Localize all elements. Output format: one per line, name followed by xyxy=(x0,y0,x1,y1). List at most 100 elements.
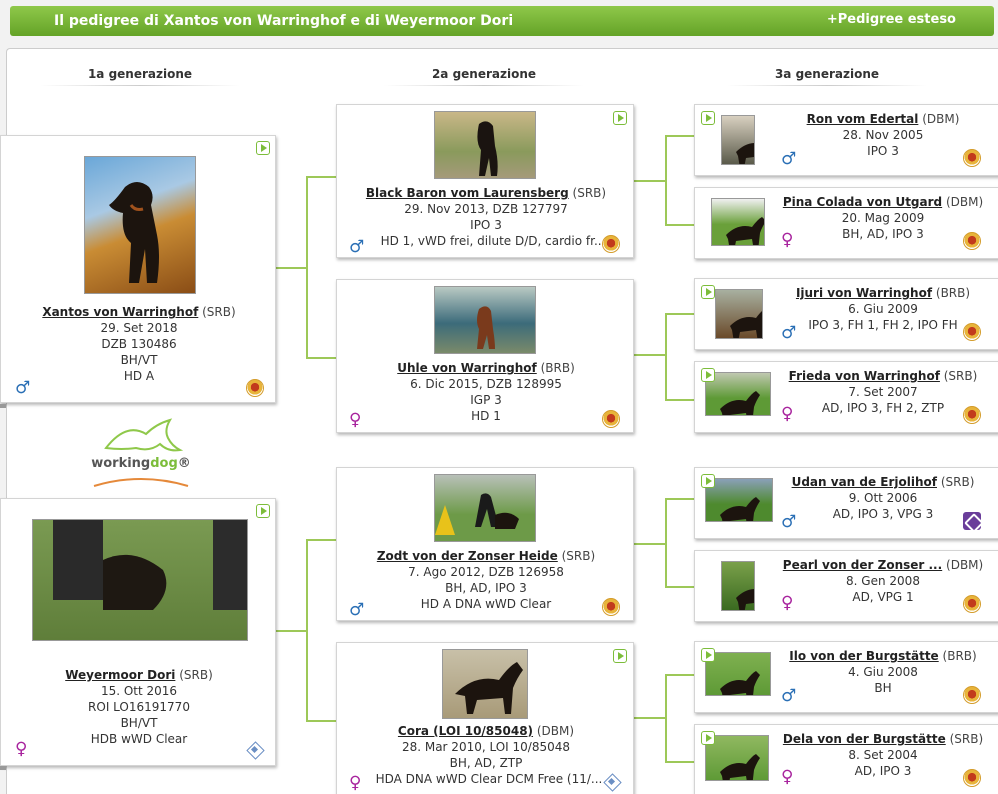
dog-breed-reg: (SRB) xyxy=(943,369,978,383)
dog-silhouette-icon xyxy=(736,143,754,164)
dog-name-link[interactable]: Uhle von Warringhof xyxy=(397,361,537,375)
dog-card-xantos[interactable]: Xantos von Warringhof (SRB) 29. Set 2018… xyxy=(0,135,276,403)
club-red-icon xyxy=(963,595,981,613)
female-sex-icon: ♀ xyxy=(781,767,794,787)
dog-card-gen3[interactable]: Ron vom Edertal (DBM) 28. Nov 2005 IPO 3 ♂ xyxy=(694,104,998,176)
dog-info: Pearl von der Zonser ... (DBM) 8. Gen 200… xyxy=(777,557,989,605)
dog-photo xyxy=(84,156,196,294)
dog-card-uhle[interactable]: Uhle von Warringhof (BRB) 6. Dic 2015, D… xyxy=(336,279,634,433)
club-red-icon xyxy=(602,235,620,253)
video-play-icon[interactable] xyxy=(613,111,627,125)
dog-breed-reg: (SRB) xyxy=(179,668,213,682)
dog-silhouette-icon xyxy=(109,182,159,283)
video-play-icon[interactable] xyxy=(256,141,270,155)
male-sex-icon: ♂ xyxy=(349,237,365,257)
dog-info: Weyermoor Dori (SRB) 15. Ott 2016 ROI LO… xyxy=(1,667,277,747)
dog-birthdate: 15. Ott 2016 xyxy=(100,684,178,698)
video-play-icon[interactable] xyxy=(701,368,715,382)
dog-registry: ROI LO16191770 xyxy=(88,700,190,714)
dog-silhouette-icon xyxy=(726,217,764,245)
dog-birth-registry: 6. Dic 2015, DZB 128995 xyxy=(410,377,562,391)
dog-breed-reg: (DBM) xyxy=(922,112,960,126)
dog-info: Ron vom Edertal (DBM) 28. Nov 2005 IPO 3 xyxy=(777,111,989,159)
dog-breed-reg: (SRB) xyxy=(202,305,236,319)
dog-training-scene-icon xyxy=(53,520,247,610)
video-play-icon[interactable] xyxy=(701,731,715,745)
dog-registry: DZB 130486 xyxy=(101,337,177,351)
dog-info: Black Baron vom Laurensberg (SRB) 29. No… xyxy=(337,185,635,249)
dog-name-link[interactable]: Ron vom Edertal xyxy=(807,112,919,126)
dog-card-gen3[interactable]: Frieda von Warringhof (SRB) 7. Set 2007 AD… xyxy=(694,361,998,433)
dog-breed-reg: (SRB) xyxy=(572,186,607,200)
dog-photo xyxy=(705,478,773,522)
dog-info: Cora (LOI 10/85048) (DBM) 28. Mar 2010, … xyxy=(337,723,635,787)
dog-card-gen3[interactable]: Ilo von der Burgstätte (BRB) 4. Giu 2008 B… xyxy=(694,641,998,713)
dog-photo xyxy=(721,561,755,611)
panel-tick xyxy=(0,766,6,770)
logo-text: workingdog® xyxy=(86,456,196,471)
dog-photo xyxy=(711,198,765,246)
dog-birthdate: 29. Set 2018 xyxy=(100,321,178,335)
dog-photo xyxy=(434,474,536,542)
dog-card-gen3[interactable]: Udan van de Erjolihof (SRB) 9. Ott 2006 AD… xyxy=(694,467,998,539)
dog-name-link[interactable]: Udan van de Erjolihof xyxy=(792,475,937,489)
dog-name-link[interactable]: Pina Colada von Utgard xyxy=(783,195,942,209)
dog-name-link[interactable]: Ijuri von Warringhof xyxy=(796,286,932,300)
dog-name-link[interactable]: Ilo von der Burgstätte xyxy=(789,649,938,663)
dog-training-scene-icon xyxy=(435,493,519,535)
dog-photo xyxy=(715,289,763,339)
club-blue-icon xyxy=(603,775,621,789)
dog-name-link[interactable]: Frieda von Warringhof xyxy=(789,369,940,383)
video-play-icon[interactable] xyxy=(701,111,715,125)
dog-detail-line: IPO 3 xyxy=(867,144,899,158)
dog-breed-reg: (DBM) xyxy=(946,558,984,572)
male-sex-icon: ♂ xyxy=(15,378,31,398)
dog-silhouette-icon xyxy=(477,306,495,349)
dog-card-zodt[interactable]: Zodt von der Zonser Heide (SRB) 7. Ago 2… xyxy=(336,467,634,621)
dog-silhouette-icon xyxy=(736,589,754,610)
dog-card-gen3[interactable]: Ijuri von Warringhof (BRB) 6. Giu 2009 IPO… xyxy=(694,278,998,350)
dog-detail-line: 8. Gen 2008 xyxy=(846,574,920,588)
dog-card-gen3[interactable]: Pearl von der Zonser ... (DBM) 8. Gen 200… xyxy=(694,550,998,622)
dog-health: HDB wWD Clear xyxy=(90,732,188,746)
dog-detail-line: AD, IPO 3 xyxy=(854,764,912,778)
dog-name-link[interactable]: Dela von der Burgstätte xyxy=(783,732,946,746)
dog-info: Zodt von der Zonser Heide (SRB) 7. Ago 2… xyxy=(337,548,635,612)
video-play-icon[interactable] xyxy=(256,504,270,518)
dog-name-link[interactable]: Zodt von der Zonser Heide xyxy=(377,549,558,563)
dog-name-link[interactable]: Cora (LOI 10/85048) xyxy=(398,724,533,738)
dog-birth-registry: 28. Mar 2010, LOI 10/85048 xyxy=(401,740,571,754)
dog-birth-registry: 29. Nov 2013, DZB 127797 xyxy=(404,202,568,216)
dog-card-gen3[interactable]: Pina Colada von Utgard (DBM) 20. Mag 2009… xyxy=(694,187,998,259)
video-play-icon[interactable] xyxy=(701,648,715,662)
video-play-icon[interactable] xyxy=(701,285,715,299)
dog-name-link[interactable]: Weyermoor Dori xyxy=(65,668,175,682)
dog-detail-line: AD, IPO 3, FH 2, ZTP xyxy=(821,401,945,415)
dog-titles: IPO 3 xyxy=(470,218,502,232)
dog-silhouette-icon xyxy=(720,754,760,780)
club-red-icon xyxy=(963,686,981,704)
dog-titles: BH/VT xyxy=(120,716,158,730)
club-red-icon xyxy=(602,598,620,616)
dog-name-link[interactable]: Xantos von Warringhof xyxy=(42,305,198,319)
dog-info: Dela von der Burgstätte (SRB) 8. Set 2004… xyxy=(777,731,989,779)
dog-health: HD A DNA wWD Clear xyxy=(420,597,552,611)
working-dog-logo: workingdog® xyxy=(86,418,196,490)
dog-card-cora[interactable]: Cora (LOI 10/85048) (DBM) 28. Mar 2010, … xyxy=(336,642,634,794)
dog-name-link[interactable]: Black Baron vom Laurensberg xyxy=(366,186,569,200)
dog-breed-reg: (BRB) xyxy=(942,649,977,663)
dog-card-weyermoor-dori[interactable]: Weyermoor Dori (SRB) 15. Ott 2016 ROI LO… xyxy=(0,498,276,766)
dog-card-gen3[interactable]: Dela von der Burgstätte (SRB) 8. Set 2004… xyxy=(694,724,998,794)
dog-photo xyxy=(434,286,536,354)
dog-detail-line: 9. Ott 2006 xyxy=(848,491,918,505)
dog-card-black-baron[interactable]: Black Baron vom Laurensberg (SRB) 29. No… xyxy=(336,104,634,258)
dog-breed-reg: (SRB) xyxy=(561,549,596,563)
logo-swoosh-icon xyxy=(93,478,189,487)
running-dog-logo-icon xyxy=(104,418,184,452)
dog-name-link[interactable]: Pearl von der Zonser ... xyxy=(783,558,942,572)
male-sex-icon: ♂ xyxy=(781,512,797,532)
dog-health: HD 1, vWD frei, dilute D/D, cardio fr... xyxy=(380,234,606,248)
video-play-icon[interactable] xyxy=(701,474,715,488)
dog-info: Frieda von Warringhof (SRB) 7. Set 2007 AD… xyxy=(777,368,989,416)
video-play-icon[interactable] xyxy=(613,649,627,663)
